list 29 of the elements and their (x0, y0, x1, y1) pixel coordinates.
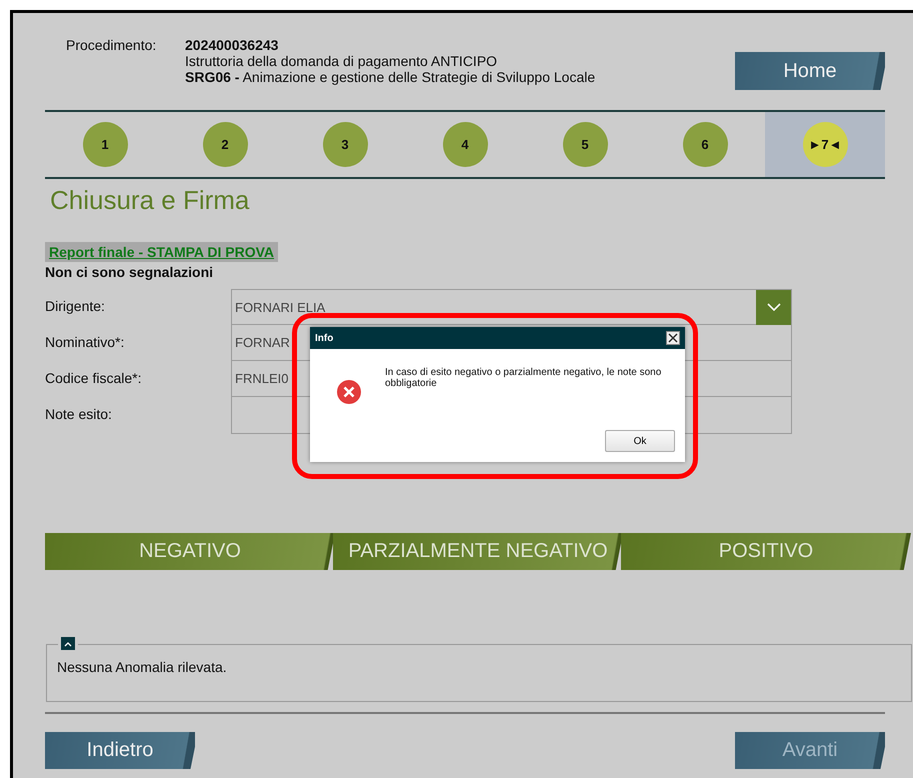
select-field[interactable]: FORNARI ELIA (231, 289, 792, 325)
page-title: Chiusura e Firma (50, 185, 250, 217)
step-button[interactable]: 1 (82, 122, 128, 167)
close-icon[interactable] (666, 331, 680, 345)
field-label: Note esito: (45, 405, 113, 422)
ok-button[interactable]: Ok (605, 430, 675, 452)
procedure-label: Procedimento: (66, 37, 158, 53)
caret-icon[interactable] (756, 290, 791, 324)
error-icon (336, 379, 362, 405)
step-button[interactable]: 4 (442, 122, 488, 167)
step-button[interactable]: 2 (202, 122, 248, 167)
panel-text: Nessuna Anomalia rilevata. (57, 659, 227, 675)
procedure-description: SRG06 - Animazione e gestione delle Strategie di Sviluppo Locale (185, 69, 596, 85)
home-button[interactable]: Home (735, 52, 885, 90)
dialog-title: Info (315, 332, 334, 344)
step-button[interactable]: ►7◄ (802, 122, 848, 167)
notice-text: Non ci sono segnalazioni (45, 264, 214, 280)
step-button[interactable]: 6 (682, 122, 728, 167)
step-button[interactable]: 3 (322, 122, 368, 167)
field-label: Dirigente: (45, 297, 106, 314)
nav-button[interactable]: Indietro (45, 732, 195, 769)
step-button[interactable]: 5 (562, 122, 608, 167)
dialog-message: In caso di esito negativo o parzialmente negativo, le note sono obbligatorie (385, 367, 662, 389)
outcome-button[interactable]: PARZIALMENTE NEGATIVO (333, 533, 623, 570)
procedure-number: 202400036243 (185, 37, 280, 53)
field-label: Codice fiscale*: (45, 369, 142, 386)
collapse-icon[interactable] (61, 637, 75, 650)
field-label: Nominativo*: (45, 333, 126, 350)
procedure-description: Istruttoria della domanda di pagamento ANTICIPO (185, 53, 498, 69)
